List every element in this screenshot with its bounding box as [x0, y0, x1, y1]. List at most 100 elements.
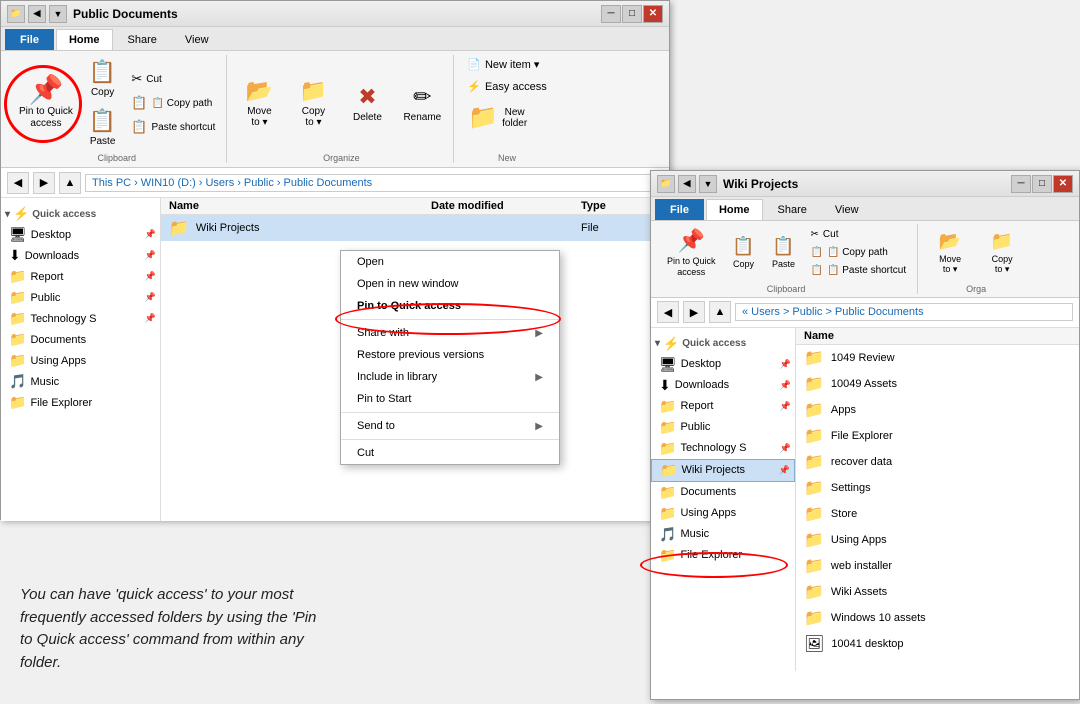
right-up-button[interactable]: ▲: [709, 301, 731, 323]
forward-button[interactable]: ▶: [33, 172, 55, 194]
right-file-apps[interactable]: 📁 Apps: [796, 397, 1079, 423]
sidebar-item-music[interactable]: 🎵 Music: [1, 371, 160, 392]
ctx-include-library[interactable]: Include in library ▶: [341, 366, 559, 388]
sidebar-item-techS[interactable]: 📁 Technology S 📌: [1, 308, 160, 329]
ctx-open[interactable]: Open: [341, 251, 559, 273]
right-clipboard-btns: 📌 Pin to Quickaccess 📋 Copy 📋 Paste ✂ Cu…: [661, 224, 911, 282]
right-copy-button[interactable]: 📋 Copy: [726, 232, 762, 273]
copy-button[interactable]: 📋 Copy: [83, 55, 122, 102]
column-headers: Name Date modified Type: [161, 198, 669, 215]
right-close-button[interactable]: ✕: [1053, 175, 1073, 193]
right-sidebar-usingapps[interactable]: 📁 Using Apps: [651, 503, 795, 524]
up-button[interactable]: ▲: [59, 172, 81, 194]
breadcrumb-thispc[interactable]: This PC: [92, 177, 131, 189]
quick-access-header[interactable]: ▾ ⚡ Quick access: [1, 202, 160, 224]
close-button[interactable]: ✕: [643, 5, 663, 23]
back-button[interactable]: ◀: [7, 172, 29, 194]
file-row-wiki[interactable]: 📁 Wiki Projects File: [161, 215, 669, 241]
address-path[interactable]: This PC › WIN10 (D:) › Users › Public › …: [85, 174, 663, 192]
paste-shortcut-button[interactable]: 📋 Paste shortcut: [126, 116, 220, 138]
copy-path-button[interactable]: 📋 📋 Copy path: [126, 92, 220, 114]
breadcrumb-pubdocs[interactable]: Public Documents: [284, 177, 373, 189]
right-tab-view[interactable]: View: [822, 199, 872, 220]
ctx-cut[interactable]: Cut: [341, 442, 559, 464]
maximize-button[interactable]: □: [622, 5, 642, 23]
right-minimize-button[interactable]: ─: [1011, 175, 1031, 193]
minimize-button[interactable]: ─: [601, 5, 621, 23]
sidebar-item-fileexplorer[interactable]: 📁 File Explorer: [1, 392, 160, 413]
file-label-store: Store: [831, 508, 857, 520]
right-sidebar-desktop[interactable]: 🖥 Desktop 📌: [651, 354, 795, 375]
easy-access-button[interactable]: ⚡ Easy access: [462, 77, 551, 96]
right-copy-to-button[interactable]: 📁 Copy to ▾: [978, 227, 1026, 279]
sidebar-item-desktop[interactable]: 🖥 Desktop 📌: [1, 224, 160, 245]
pin-quick-access-button[interactable]: 📌 Pin to Quickaccess: [13, 72, 79, 134]
right-file-store[interactable]: 📁 Store: [796, 501, 1079, 527]
sidebar-item-report[interactable]: 📁 Report 📌: [1, 266, 160, 287]
right-copy-path-button[interactable]: 📋 📋 Copy path: [806, 244, 912, 261]
right-move-to-button[interactable]: 📂 Move to ▾: [926, 227, 974, 279]
right-pin-quick-access-button[interactable]: 📌 Pin to Quickaccess: [661, 224, 722, 282]
right-file-10049assets[interactable]: 📁 10049 Assets: [796, 371, 1079, 397]
right-file-settings[interactable]: 📁 Settings: [796, 475, 1079, 501]
right-file-area: ▾ ⚡ Quick access 🖥 Desktop 📌 ⬇ Downloads…: [651, 328, 1079, 671]
right-tab-home[interactable]: Home: [706, 199, 763, 220]
ctx-open-new-window[interactable]: Open in new window: [341, 273, 559, 295]
tab-file[interactable]: File: [5, 29, 54, 50]
right-sidebar-report[interactable]: 📁 Report 📌: [651, 396, 795, 417]
right-sidebar-techs[interactable]: 📁 Technology S 📌: [651, 438, 795, 459]
sidebar-item-usingapps[interactable]: 📁 Using Apps: [1, 350, 160, 371]
breadcrumb-public[interactable]: Public: [244, 177, 274, 189]
ctx-pin-start[interactable]: Pin to Start: [341, 388, 559, 410]
right-file-recoverdata[interactable]: 📁 recover data: [796, 449, 1079, 475]
ctx-share-with[interactable]: Share with ▶: [341, 322, 559, 344]
right-sidebar-fileexplorer[interactable]: 📁 File Explorer: [651, 545, 795, 566]
sidebar-label-public: Public: [30, 292, 60, 304]
right-file-1049review[interactable]: 📁 1049 Review: [796, 345, 1079, 371]
right-file-fileexplorer[interactable]: 📁 File Explorer: [796, 423, 1079, 449]
right-forward-button[interactable]: ▶: [683, 301, 705, 323]
right-sidebar-wiki[interactable]: 📁 Wiki Projects 📌: [651, 459, 795, 482]
ctx-pin-quick-access[interactable]: Pin to Quick access: [341, 295, 559, 317]
right-tab-file[interactable]: File: [655, 199, 704, 220]
right-file-wikiassets[interactable]: 📁 Wiki Assets: [796, 579, 1079, 605]
right-file-10041desktop[interactable]: 🖼 10041 desktop: [796, 631, 1079, 657]
cut-button[interactable]: ✂ Cut: [126, 68, 220, 90]
right-sidebar-downloads[interactable]: ⬇ Downloads 📌: [651, 375, 795, 396]
right-cut-button[interactable]: ✂ Cut: [806, 226, 912, 243]
ctx-restore-prev[interactable]: Restore previous versions: [341, 344, 559, 366]
tab-share[interactable]: Share: [115, 29, 170, 50]
right-file-win10assets[interactable]: 📁 Windows 10 assets: [796, 605, 1079, 631]
new-folder-button[interactable]: 📁 New folder: [462, 99, 533, 136]
right-file-usingapps[interactable]: 📁 Using Apps: [796, 527, 1079, 553]
sidebar-item-documents[interactable]: 📁 Documents: [1, 329, 160, 350]
right-maximize-button[interactable]: □: [1032, 175, 1052, 193]
right-address-path[interactable]: « Users > Public > Public Documents: [735, 303, 1073, 321]
tab-home[interactable]: Home: [56, 29, 113, 50]
sidebar-item-downloads[interactable]: ⬇ Downloads 📌: [1, 245, 160, 266]
techs-icon: 📁: [9, 310, 26, 327]
right-paste-button[interactable]: 📋 Paste: [766, 232, 802, 273]
right-back-button[interactable]: ◀: [657, 301, 679, 323]
right-file-webinstaller[interactable]: 📁 web installer: [796, 553, 1079, 579]
breadcrumb-drive[interactable]: WIN10 (D:): [141, 177, 196, 189]
new-item-button[interactable]: 📄 New item ▾: [462, 55, 544, 74]
right-tab-share[interactable]: Share: [765, 199, 820, 220]
tab-view[interactable]: View: [172, 29, 222, 50]
right-sidebar-docs[interactable]: 📁 Documents: [651, 482, 795, 503]
paste-button[interactable]: 📋 Paste: [83, 104, 122, 151]
breadcrumb-users[interactable]: Users: [205, 177, 234, 189]
right-quick-access-header[interactable]: ▾ ⚡ Quick access: [651, 332, 795, 354]
context-menu: Open Open in new window Pin to Quick acc…: [340, 250, 560, 465]
move-to-button[interactable]: 📂 Move to ▾: [235, 74, 283, 132]
pin-indicator-pub: 📌: [145, 292, 156, 303]
right-sidebar-public[interactable]: 📁 Public: [651, 417, 795, 438]
rename-button[interactable]: ✏ Rename: [397, 80, 447, 127]
right-paste-shortcut-button[interactable]: 📋 📋 Paste shortcut: [806, 262, 912, 279]
pin-indicator-rpt: 📌: [145, 271, 156, 282]
right-sidebar-music[interactable]: 🎵 Music: [651, 524, 795, 545]
copy-to-button[interactable]: 📁 Copy to ▾: [289, 74, 337, 132]
ctx-send-to[interactable]: Send to ▶: [341, 415, 559, 437]
sidebar-item-public[interactable]: 📁 Public 📌: [1, 287, 160, 308]
delete-button[interactable]: ✖ Delete: [343, 80, 391, 127]
